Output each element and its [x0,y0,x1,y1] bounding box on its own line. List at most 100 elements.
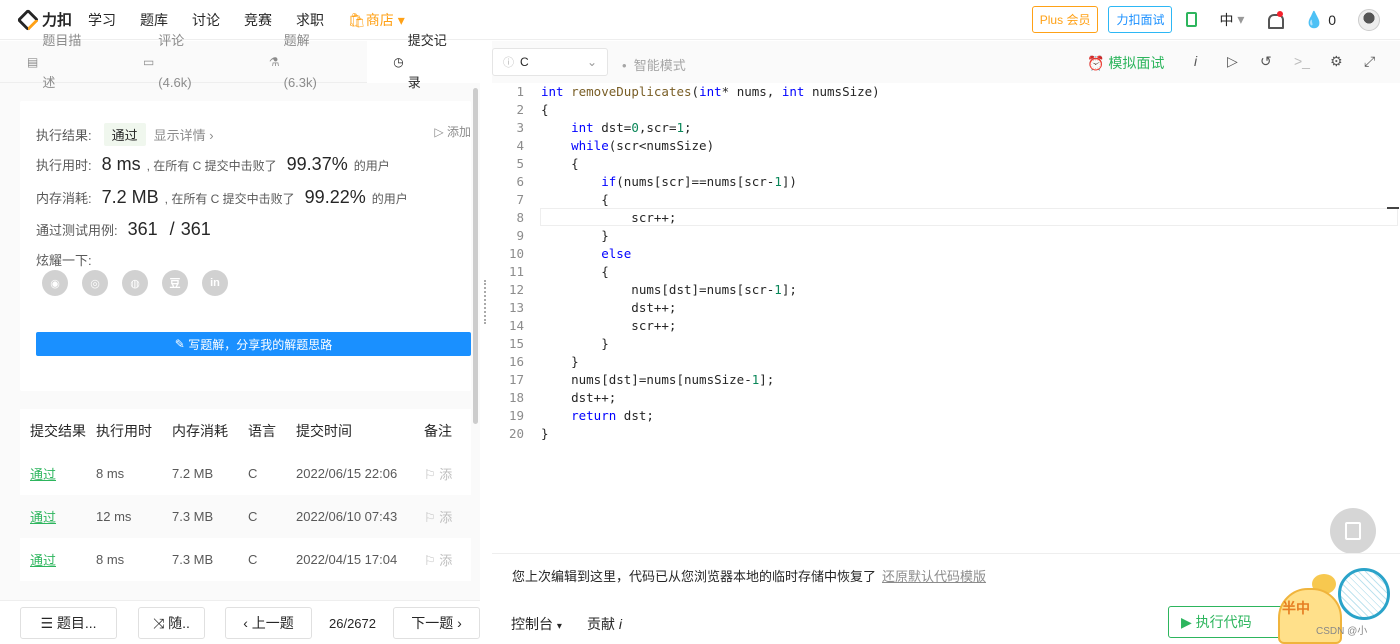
status-link[interactable]: 通过 [30,467,56,482]
weibo-icon[interactable]: ◎ [82,270,108,296]
info-icon[interactable]: i [1194,53,1197,69]
code-text: int removeDuplicates(int* nums, int nums… [541,84,880,99]
table-row[interactable]: 通过 8 ms 7.3 MB C 2022/04/15 17:04 ⚐ 添 [20,538,471,581]
console-toggle[interactable]: 控制台 ▾ [511,614,562,634]
left-scrollbar[interactable] [473,88,478,424]
points-display[interactable]: 💧 0 [1304,10,1336,30]
nav-store[interactable]: 🛍商店 ▾ [348,10,405,30]
status-link[interactable]: 通过 [30,510,56,525]
terminal-icon[interactable]: >_ [1294,53,1310,69]
mobile-app-button[interactable] [1186,12,1198,27]
code-line[interactable]: 15 } [492,335,609,353]
run-code-button[interactable]: ▶ 执行代码 [1168,606,1286,638]
prev-problem-button[interactable]: ‹ 上一题 [225,607,312,639]
flag-icon: ⚐ [424,467,436,482]
language-select[interactable]: ⓘ C ⌄ [492,48,608,76]
add-note-button[interactable]: ⚐ 添 [424,464,471,483]
table-row[interactable]: 通过 12 ms 7.3 MB C 2022/06/10 07:43 ⚐ 添 [20,495,471,538]
status-badge: 通过 [103,123,146,146]
add-note-button[interactable]: ⚐ 添 [424,507,471,526]
tab-description[interactable]: ▤ 题目描述 [0,33,116,90]
code-line[interactable]: 7 { [492,191,608,209]
write-solution-button[interactable]: ✎ 写题解，分享我的解题思路 [36,332,471,356]
code-line[interactable]: 20} [492,425,549,443]
pager: 26/2672 [329,616,376,631]
douban-icon[interactable]: 豆 [162,270,188,296]
code-text: } [541,336,609,351]
add-note-button[interactable]: ▷ 添加 [434,123,471,140]
resize-handle[interactable] [484,280,487,324]
code-line[interactable]: 12 nums[dst]=nums[scr-1]; [492,281,797,299]
code-line[interactable]: 8 scr++; [492,209,676,227]
qq-icon[interactable]: ◍ [122,270,148,296]
code-line[interactable]: 3 int dst=0,scr=1; [492,119,691,137]
code-line[interactable]: 6 if(nums[scr]==nums[scr-1]) [492,173,796,191]
runtime-percent: 99.37% [286,154,348,174]
line-number: 4 [516,138,524,153]
nav-contest[interactable]: 竞赛 [244,10,272,30]
code-text: { [541,264,609,279]
code-line[interactable]: 2{ [492,101,548,119]
reset-icon[interactable]: ↺ [1260,53,1272,70]
drop-icon: 💧 [1304,11,1325,29]
mock-interview-button[interactable]: ⏰ 模拟面试 [1087,53,1164,73]
plus-member-button[interactable]: Plus 会员 [1031,6,1099,33]
tab-submissions[interactable]: ◷ 提交记录 [367,33,481,90]
problem-list-button[interactable]: ☰ 题目... [20,607,117,639]
code-line[interactable]: 14 scr++; [492,317,677,335]
code-text: { [541,156,579,171]
show-detail-link[interactable]: 显示详情 › [154,125,214,144]
code-line[interactable]: 17 nums[dst]=nums[numsSize-1]; [492,371,774,389]
save-button[interactable] [1330,508,1376,554]
nav-learn[interactable]: 学习 [88,10,116,30]
code-line[interactable]: 16 } [492,353,579,371]
code-line[interactable]: 9 } [492,227,608,245]
code-line[interactable]: 10 else [492,245,631,263]
runtime-value: 8 ms [101,154,141,174]
tab-solutions[interactable]: ⚗ 题解 (6.3k) [242,33,367,90]
status-link[interactable]: 通过 [30,553,56,568]
line-number: 1 [516,84,524,99]
code-editor[interactable]: 1 int removeDuplicates(int* nums, int num… [492,83,1400,553]
bell-icon [1266,10,1285,29]
code-line[interactable]: 1 int removeDuplicates(int* nums, int num… [492,83,879,101]
code-line[interactable]: 11 { [492,263,609,281]
submissions-table: 提交结果 执行用时 内存消耗 语言 提交时间 备注 通过 8 ms 7.2 MB… [20,409,471,581]
list-icon: ☰ [40,614,53,631]
code-line[interactable]: 19 return dst; [492,407,654,425]
line-number: 20 [508,426,524,441]
play-icon[interactable]: ▷ [1227,53,1238,70]
main-nav: 学习 题库 讨论 竞赛 求职 🛍商店 ▾ [88,10,429,30]
code-text: } [541,354,579,369]
comment-icon: ▭ [142,55,155,69]
smart-mode-toggle[interactable]: • 智能模式 [622,55,686,74]
next-problem-button[interactable]: 下一题 › [393,607,480,639]
editor-bottom-bar: 控制台 ▾ 贡献 i ▶ 执行代码 [492,600,1400,644]
code-line[interactable]: 5 { [492,155,578,173]
code-text: scr++; [541,210,677,225]
linkedin-icon[interactable]: in [202,270,228,296]
code-line[interactable]: 13 dst++; [492,299,677,317]
avatar[interactable] [1358,8,1380,31]
contribute-button[interactable]: 贡献 i [587,614,622,634]
code-line[interactable]: 4 while(scr<numsSize) [492,137,714,155]
notifications-button[interactable] [1266,10,1285,29]
wechat-icon[interactable]: ◉ [42,270,68,296]
random-button[interactable]: ⤨ 随.. [138,607,205,639]
tab-comments[interactable]: ▭ 评论 (4.6k) [116,33,242,90]
code-text: } [541,228,609,243]
add-note-button[interactable]: ⚐ 添 [424,550,471,569]
language-switch[interactable]: 中 ▾ [1219,10,1244,30]
restore-default-link[interactable]: 还原默认代码模版 [882,566,986,585]
interview-button[interactable]: 力扣面试 [1108,6,1173,33]
line-number: 2 [516,102,524,117]
line-number: 3 [516,120,524,135]
code-text: int dst=0,scr=1; [571,120,692,135]
table-row[interactable]: 通过 8 ms 7.2 MB C 2022/06/15 22:06 ⚐ 添 [20,452,471,495]
restore-notice: 您上次编辑到这里，代码已从您浏览器本地的临时存储中恢复了 还原默认代码模版 [492,553,1400,597]
fullscreen-icon[interactable]: ⤢ [1364,53,1375,70]
gear-icon[interactable]: ⚙ [1330,53,1343,70]
code-text: { [541,102,549,117]
code-line[interactable]: 18 dst++; [492,389,616,407]
editor-toolbar: ⓘ C ⌄ • 智能模式 ⏰ 模拟面试 i ▷ ↺ >_ ⚙ ⤢ [492,41,1400,83]
